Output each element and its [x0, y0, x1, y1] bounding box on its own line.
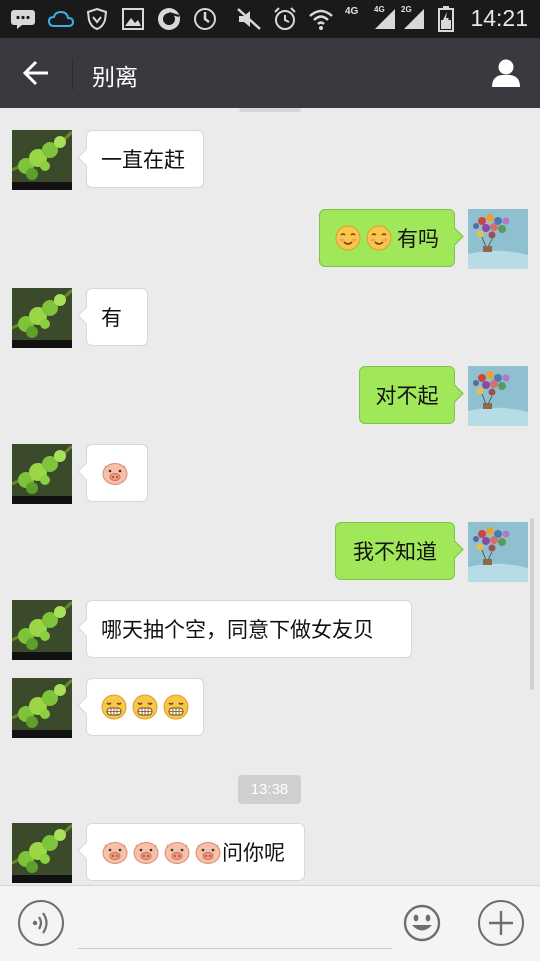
chat-title: 别离: [92, 65, 138, 91]
back-button[interactable]: [14, 53, 58, 93]
title-bar: 别离: [0, 38, 540, 108]
message-text: 我不知道: [353, 540, 437, 564]
plus-icon: [489, 911, 513, 935]
message-text: 对不起: [375, 384, 439, 408]
message-text: 有吗: [397, 227, 439, 251]
contact-avatar[interactable]: [12, 823, 72, 883]
network-label: 4G: [374, 5, 385, 14]
contact-avatar[interactable]: [12, 600, 72, 660]
grin-emoji-icon: [132, 694, 158, 720]
browser-icon: [156, 6, 182, 32]
pig-emoji-icon: [132, 839, 159, 865]
input-bar: [0, 885, 540, 961]
message-bubble-outgoing[interactable]: 有吗: [319, 209, 455, 267]
profile-button[interactable]: [484, 52, 528, 94]
chat-area[interactable]: 一直在赶 有吗 有 对不起 我不知道 哪天抽个空，同意下做女友贝 13:38 问…: [0, 108, 540, 885]
contact-avatar[interactable]: [12, 130, 72, 190]
image-icon: [120, 6, 146, 32]
message-text: 一直在赶: [101, 148, 185, 172]
network-label: 2G: [401, 5, 412, 14]
message-bubble-incoming[interactable]: 问你呢: [86, 823, 305, 881]
grin-emoji-icon: [163, 694, 189, 720]
smiley-icon: [403, 904, 441, 942]
message-text: 问你呢: [222, 841, 285, 865]
my-avatar[interactable]: [468, 366, 528, 426]
message-text: 有: [101, 306, 122, 330]
my-avatar[interactable]: [468, 209, 528, 269]
voice-button[interactable]: [18, 900, 64, 946]
message-icon: [10, 6, 36, 32]
previous-timestamp-edge: [239, 108, 301, 112]
grin-emoji-icon: [101, 694, 127, 720]
pig-emoji-icon: [101, 460, 128, 486]
voice-icon: [32, 912, 48, 934]
contact-avatar[interactable]: [12, 288, 72, 348]
pig-emoji-icon: [101, 839, 128, 865]
network-label: 4G: [345, 6, 359, 17]
sync-icon: [192, 6, 218, 32]
pig-emoji-icon: [194, 839, 221, 865]
message-text: 哪天抽个空，同意下做女友贝: [101, 618, 374, 642]
message-bubble-incoming[interactable]: 有: [86, 288, 148, 346]
emoji-button[interactable]: [402, 903, 442, 943]
contact-avatar[interactable]: [12, 444, 72, 504]
shield-icon: [84, 6, 110, 32]
back-arrow-icon: [22, 60, 48, 86]
contact-avatar[interactable]: [12, 678, 72, 738]
cloud-icon: [48, 6, 74, 32]
message-bubble-incoming[interactable]: 哪天抽个空，同意下做女友贝: [86, 600, 412, 658]
pig-emoji-icon: [163, 839, 190, 865]
clock: 14:21: [470, 5, 528, 31]
title-divider: [72, 58, 73, 90]
chat-scrollbar[interactable]: [530, 518, 534, 690]
blush-emoji-icon: [335, 225, 361, 251]
more-button[interactable]: [478, 900, 524, 946]
blush-emoji-icon: [366, 225, 392, 251]
message-input[interactable]: [78, 906, 392, 949]
my-avatar[interactable]: [468, 522, 528, 582]
alarm-icon: [272, 6, 298, 32]
message-bubble-outgoing[interactable]: 我不知道: [335, 522, 455, 580]
message-bubble-outgoing[interactable]: 对不起: [359, 366, 455, 424]
message-timestamp: 13:38: [238, 775, 301, 804]
mute-icon: [236, 6, 262, 32]
message-bubble-incoming[interactable]: 一直在赶: [86, 130, 204, 188]
message-bubble-incoming[interactable]: [86, 678, 204, 736]
message-bubble-incoming[interactable]: [86, 444, 148, 502]
wifi-icon: [308, 6, 334, 32]
battery-icon: [432, 6, 460, 32]
status-bar: 4G 4G 2G 14:21: [0, 0, 540, 38]
person-icon: [492, 59, 520, 87]
